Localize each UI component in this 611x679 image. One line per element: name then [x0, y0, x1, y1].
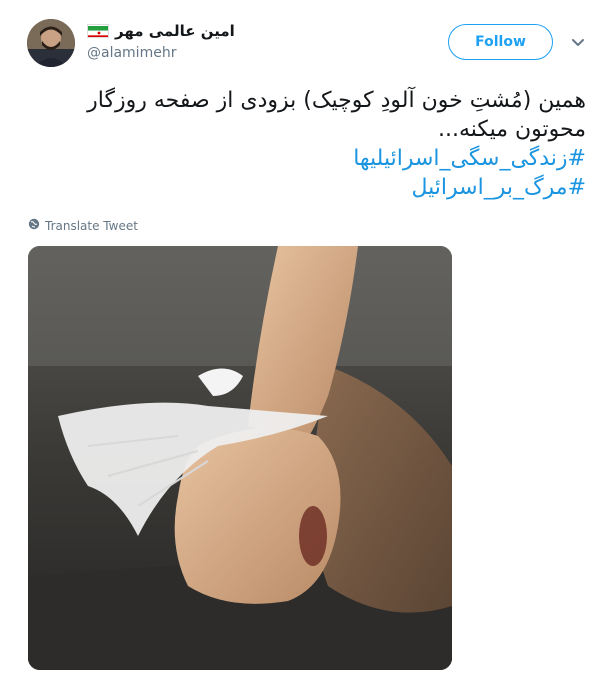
translate-tweet-link[interactable]: Translate Tweet: [28, 218, 138, 233]
translate-label: Translate Tweet: [45, 218, 138, 233]
tweet-line: محوتون میکنه...: [438, 117, 586, 142]
iran-flag-icon: [87, 24, 109, 38]
hashtag-link[interactable]: #زندگی_سگی_اسرائیلیها: [28, 144, 586, 173]
username[interactable]: @alamimehr: [87, 45, 235, 61]
tweet-photo[interactable]: [28, 246, 452, 670]
follow-button[interactable]: Follow: [448, 24, 553, 60]
tweet-text: همین (مُشتِ خون آلودِ کوچیک) بزودی از صف…: [28, 86, 586, 202]
hashtag-link[interactable]: #مرگ_بر_اسرائیل: [28, 173, 586, 202]
globe-icon: [28, 218, 40, 233]
avatar[interactable]: [27, 19, 75, 67]
chevron-down-icon[interactable]: [570, 35, 586, 51]
tweet-line: همین (مُشتِ خون آلودِ کوچیک) بزودی از صف…: [87, 88, 586, 113]
display-name[interactable]: امین عالمی مهر: [115, 22, 235, 40]
